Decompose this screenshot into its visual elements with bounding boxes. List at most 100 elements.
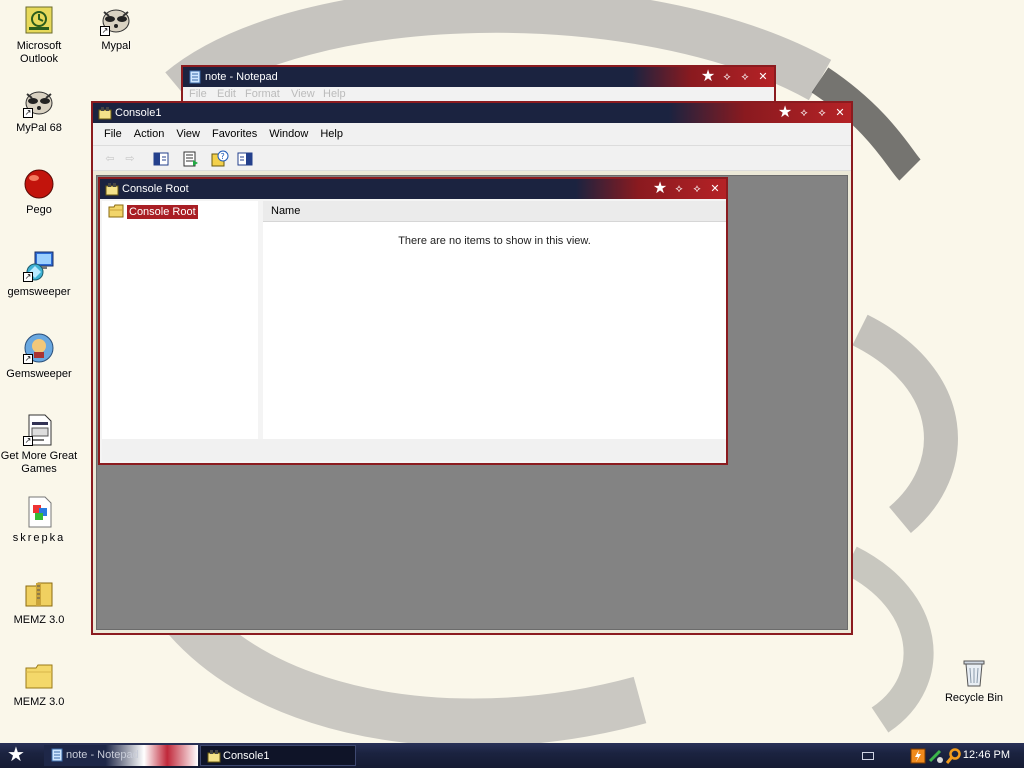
export-list-icon[interactable] — [182, 150, 200, 168]
desktop-icon-label: Outlook — [20, 53, 58, 65]
desktop-icon-get-more-great-games[interactable]: ↗ Get More Great Games — [0, 414, 79, 476]
mmc-icon — [207, 749, 221, 763]
mmc-icon — [98, 106, 112, 120]
desktop-icon-skrepka[interactable]: skrepka — [0, 496, 79, 545]
clock[interactable]: 12:46 PM — [963, 743, 1010, 768]
menu-favorites[interactable]: Favorites — [206, 123, 263, 145]
minimize-button[interactable]: ⟡ — [797, 106, 811, 120]
menu-help[interactable]: Help — [323, 88, 346, 100]
desktop-icon-label: MEMZ 3.0 — [13, 614, 65, 626]
menu-view[interactable]: View — [170, 123, 206, 145]
column-header-name[interactable]: Name — [271, 205, 300, 217]
lightning-icon[interactable] — [910, 748, 926, 764]
desktop-icon-label: MEMZ 3.0 — [13, 696, 65, 708]
window-title: Console Root — [122, 183, 189, 195]
empty-view-message: There are no items to show in this view. — [398, 235, 591, 247]
desktop-icon-mypal[interactable]: ↗ Mypal — [76, 4, 156, 53]
desktop-icon-label: MyPal 68 — [16, 122, 62, 134]
taskbar: ★ note - Notepad Console1 12:46 PM — [0, 743, 1024, 768]
document-icon: ↗ — [23, 414, 55, 446]
help-icon[interactable]: ? — [211, 150, 229, 168]
safely-remove-hardware-icon[interactable] — [928, 748, 944, 764]
system-tray: 12:46 PM — [854, 743, 1024, 768]
desktop-icon-memz-folder[interactable]: MEMZ 3.0 — [0, 660, 79, 709]
console-root-window[interactable]: Console Root ★ ⟡ ⟡ ✕ Console Root Name T… — [98, 177, 728, 465]
red-ball-icon — [23, 168, 55, 200]
maximize-button[interactable]: ⟡ — [815, 106, 829, 120]
star-icon: ★ — [700, 68, 716, 85]
result-list-pane[interactable]: Name There are no items to show in this … — [263, 201, 726, 439]
raccoon-icon: ↗ — [100, 4, 132, 36]
desktop-icon-gemsweeper[interactable]: ↗ Gemsweeper — [0, 332, 79, 381]
desktop-icon-gemsweeper-shortcut[interactable]: ↗ gemsweeper — [0, 250, 79, 299]
menu-file[interactable]: File — [189, 88, 207, 100]
console-menubar: File Action View Favorites Window Help — [93, 123, 851, 145]
desktop-icon-label: Recycle Bin — [944, 692, 1004, 704]
menu-help[interactable]: Help — [314, 123, 349, 145]
recycle-bin-icon — [958, 656, 990, 688]
window-title: Console1 — [115, 107, 162, 119]
maximize-button[interactable]: ⟡ — [738, 70, 752, 84]
desktop-icon-label: Gemsweeper — [6, 368, 72, 380]
menu-window[interactable]: Window — [263, 123, 314, 145]
desktop-icon-microsoft-outlook[interactable]: Microsoft Outlook — [0, 4, 79, 66]
star-icon: ★ — [777, 104, 793, 121]
close-button[interactable]: ✕ — [833, 106, 847, 120]
status-bar — [102, 439, 724, 461]
scope-tree-pane[interactable]: Console Root — [102, 201, 258, 439]
search-icon[interactable] — [945, 748, 962, 764]
desktop-icon-pego[interactable]: Pego — [0, 168, 79, 217]
desktop-icon-memz-zip[interactable]: MEMZ 3.0 — [0, 578, 79, 627]
back-icon[interactable]: ⇦ — [101, 150, 119, 168]
folder-icon — [23, 660, 55, 692]
start-button[interactable]: ★ — [4, 745, 28, 766]
taskbar-button-notepad[interactable]: note - Notepad — [44, 745, 198, 766]
shortcut-arrow-icon: ↗ — [23, 436, 33, 446]
close-button[interactable]: ✕ — [756, 70, 770, 84]
list-header: Name — [263, 201, 726, 222]
tree-node-console-root[interactable]: Console Root — [108, 204, 198, 220]
svg-text:?: ? — [221, 152, 225, 161]
menu-action[interactable]: Action — [128, 123, 171, 145]
menu-view[interactable]: View — [291, 88, 315, 100]
tree-node-label: Console Root — [127, 205, 198, 219]
console-root-titlebar[interactable]: Console Root ★ ⟡ ⟡ ✕ — [100, 179, 726, 199]
menu-edit[interactable]: Edit — [217, 88, 236, 100]
window-title: note - Notepad — [205, 71, 278, 83]
desktop-icon-label: Get More Great — [0, 450, 78, 462]
mdi-client-area: Console Root ★ ⟡ ⟡ ✕ Console Root Name T… — [96, 175, 848, 630]
menu-file[interactable]: File — [98, 123, 128, 145]
menu-format[interactable]: Format — [245, 88, 280, 100]
notepad-window[interactable]: note - Notepad ★ ⟡ ⟡ ✕ File Edit Format … — [181, 65, 776, 105]
notepad-icon — [188, 70, 202, 84]
shortcut-arrow-icon: ↗ — [100, 26, 110, 36]
forward-icon[interactable]: ⇨ — [121, 150, 139, 168]
maximize-button[interactable]: ⟡ — [690, 182, 704, 196]
folder-icon — [108, 204, 124, 221]
notepad-icon — [50, 748, 64, 762]
raccoon-icon: ↗ — [23, 86, 55, 118]
star-icon: ★ — [652, 180, 668, 197]
taskbar-button-label: note - Notepad — [66, 749, 139, 761]
minimize-button[interactable]: ⟡ — [720, 70, 734, 84]
desktop-icon-label: Pego — [26, 204, 52, 216]
desktop-icon-label: Microsoft — [16, 40, 62, 52]
taskbar-button-console1[interactable]: Console1 — [200, 745, 356, 766]
console1-titlebar[interactable]: Console1 ★ ⟡ ⟡ ✕ — [93, 103, 851, 123]
gem-icon: ↗ — [23, 332, 55, 364]
taskbar-button-label: Console1 — [223, 750, 270, 762]
console1-window[interactable]: Console1 ★ ⟡ ⟡ ✕ File Action View Favori… — [91, 101, 853, 635]
desktop-icon-mypal-68[interactable]: ↗ MyPal 68 — [0, 86, 79, 135]
minimize-button[interactable]: ⟡ — [672, 182, 686, 196]
show-hide-action-pane-icon[interactable] — [236, 150, 254, 168]
computer-gem-icon: ↗ — [23, 250, 55, 282]
shortcut-arrow-icon: ↗ — [23, 108, 33, 118]
desktop-icon-recycle-bin[interactable]: Recycle Bin — [934, 656, 1014, 705]
show-hide-tree-icon[interactable] — [152, 150, 170, 168]
desktop-icon-label: Mypal — [101, 40, 131, 52]
zip-folder-icon — [23, 578, 55, 610]
notepad-titlebar[interactable]: note - Notepad ★ ⟡ ⟡ ✕ — [183, 67, 774, 87]
keyboard-icon[interactable] — [862, 752, 874, 760]
close-button[interactable]: ✕ — [708, 182, 722, 196]
desktop-icon-label: skrepka — [12, 532, 66, 544]
